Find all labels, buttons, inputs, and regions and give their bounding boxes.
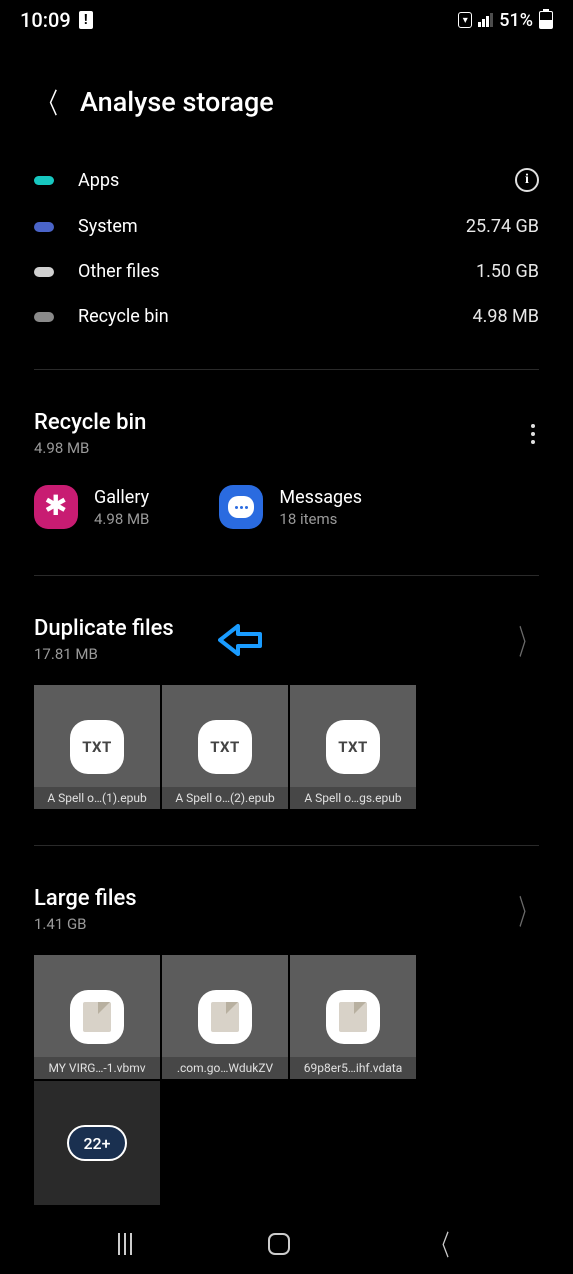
status-bar: 10:09 ! ▾ 51% <box>0 0 573 36</box>
android-nav-bar: 〈 <box>0 1214 573 1274</box>
section-size: 1.41 GB <box>34 915 137 933</box>
status-time: 10:09 <box>20 8 71 32</box>
section-title: Duplicate files <box>34 616 174 641</box>
large-file-thumb[interactable]: 69p8er5…ihf.vdata <box>290 955 416 1079</box>
nav-back-icon[interactable]: 〈 <box>432 1224 449 1264</box>
category-label: Other files <box>78 261 452 282</box>
category-color-dot <box>34 267 54 277</box>
file-name: A Spell o…(1).epub <box>34 787 160 809</box>
gallery-icon <box>34 485 78 529</box>
category-value: 25.74 GB <box>466 216 539 237</box>
recycle-app-messages[interactable]: Messages 18 items <box>219 485 362 529</box>
nav-recents-icon[interactable] <box>118 1233 132 1255</box>
file-name: .com.go…WdukZV <box>162 1057 288 1079</box>
category-label: Recycle bin <box>78 306 449 327</box>
category-color-dot <box>34 312 54 322</box>
category-row-apps[interactable]: Apps i <box>34 156 539 204</box>
file-name: A Spell o…(2).epub <box>162 787 288 809</box>
app-name: Gallery <box>94 487 149 508</box>
app-size: 4.98 MB <box>94 510 149 528</box>
file-name: 69p8er5…ihf.vdata <box>290 1057 416 1079</box>
category-row-other[interactable]: Other files 1.50 GB <box>34 249 539 294</box>
txt-file-icon: TXT <box>70 720 124 774</box>
large-file-thumb[interactable]: .com.go…WdukZV <box>162 955 288 1079</box>
category-value: 4.98 MB <box>473 306 540 327</box>
large-file-more-thumb[interactable]: 22+ <box>34 1081 160 1205</box>
category-color-dot <box>34 176 54 185</box>
nav-home-icon[interactable] <box>268 1233 290 1255</box>
large-file-thumb[interactable]: MY VIRG…-1.vbmv <box>34 955 160 1079</box>
file-name: MY VIRG…-1.vbmv <box>34 1057 160 1079</box>
messages-icon <box>219 485 263 529</box>
file-name: A Spell o…gs.epub <box>290 787 416 809</box>
app-name: Messages <box>279 487 362 508</box>
info-icon[interactable]: i <box>515 168 539 192</box>
category-label: Apps <box>78 170 491 191</box>
app-items: 18 items <box>279 510 362 528</box>
category-value: 1.50 GB <box>476 261 539 282</box>
recycle-bin-header[interactable]: Recycle bin 4.98 MB <box>34 370 539 457</box>
category-row-recyclebin[interactable]: Recycle bin 4.98 MB <box>34 294 539 339</box>
back-icon[interactable]: 〈 <box>38 82 58 122</box>
notification-alert-icon: ! <box>79 11 93 29</box>
duplicate-file-thumb[interactable]: TXT A Spell o…(2).epub <box>162 685 288 809</box>
recycle-app-gallery[interactable]: Gallery 4.98 MB <box>34 485 149 529</box>
storage-categories: Apps i System 25.74 GB Other files 1.50 … <box>34 156 539 339</box>
txt-file-icon: TXT <box>198 720 252 774</box>
annotation-arrow-icon <box>218 624 262 656</box>
chevron-right-icon[interactable]: 〉 <box>519 615 536 664</box>
category-color-dot <box>34 222 54 232</box>
data-saver-icon: ▾ <box>458 12 472 28</box>
duplicate-file-thumb[interactable]: TXT A Spell o…gs.epub <box>290 685 416 809</box>
page-title: Analyse storage <box>80 86 274 118</box>
category-label: System <box>78 216 442 237</box>
generic-file-icon <box>70 990 124 1044</box>
chevron-right-icon[interactable]: 〉 <box>519 885 536 934</box>
generic-file-icon <box>326 990 380 1044</box>
section-size: 17.81 MB <box>34 645 174 663</box>
more-count-badge: 22+ <box>67 1125 127 1161</box>
section-title: Large files <box>34 886 137 911</box>
section-title: Recycle bin <box>34 410 146 435</box>
txt-file-icon: TXT <box>326 720 380 774</box>
section-size: 4.98 MB <box>34 439 146 457</box>
large-files-header[interactable]: Large files 1.41 GB 〉 <box>34 846 539 933</box>
duplicate-files-header[interactable]: Duplicate files 17.81 MB 〉 <box>34 576 539 663</box>
more-options-icon[interactable] <box>531 424 539 444</box>
signal-icon <box>478 13 493 27</box>
battery-percent: 51% <box>499 10 533 31</box>
category-row-system[interactable]: System 25.74 GB <box>34 204 539 249</box>
generic-file-icon <box>198 990 252 1044</box>
battery-icon <box>539 11 553 29</box>
duplicate-file-thumb[interactable]: TXT A Spell o…(1).epub <box>34 685 160 809</box>
